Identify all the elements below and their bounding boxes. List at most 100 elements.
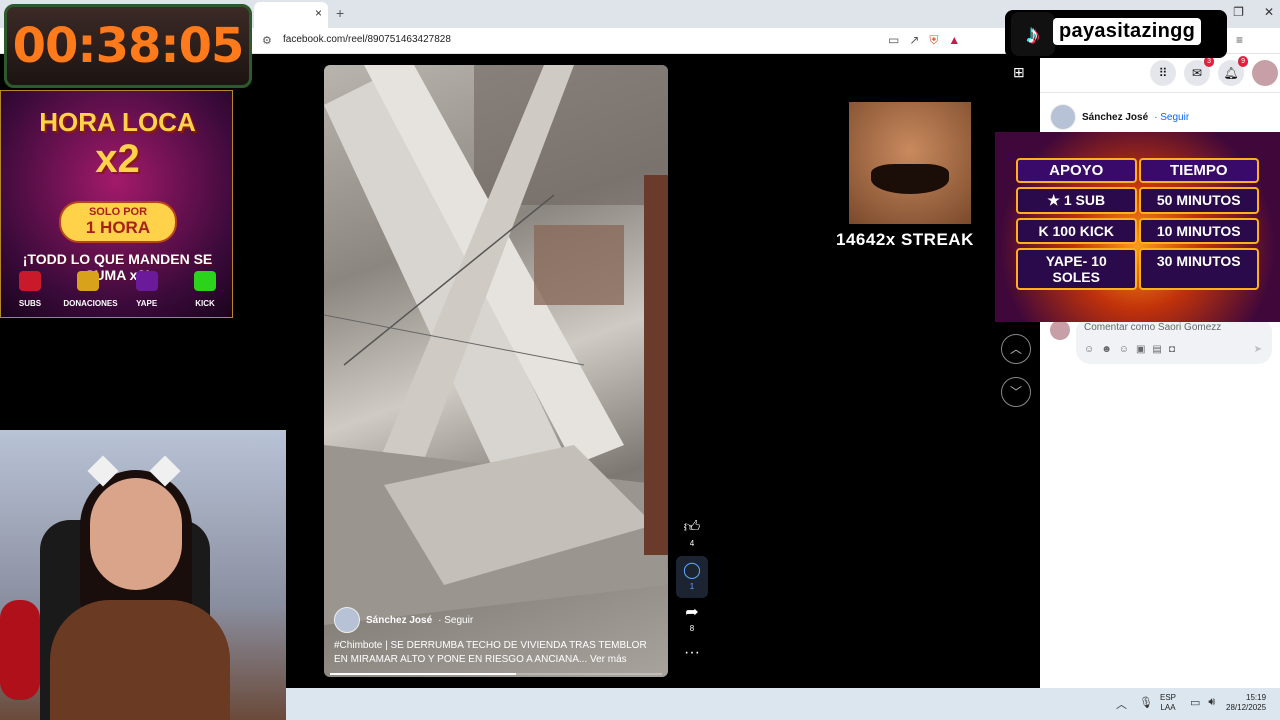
comment-button[interactable]: ◯ 1 <box>676 556 708 598</box>
toolbar-icons: ▭ ↗ ⛨ ▲ <box>888 33 960 48</box>
support-table-overlay: APOYO TIEMPO ★ 1 SUB 50 MINUTOS K 100 KI… <box>995 132 1280 322</box>
brave-shield-icon[interactable]: ⛨ <box>929 33 938 48</box>
gif-icon[interactable]: ▤ <box>1152 344 1161 355</box>
reel-caption[interactable]: #Chimbote | SE DERRUMBA TECHO DE VIVIEND… <box>334 639 654 667</box>
hora-loca-banner: HORA LOCA x2 SOLO POR 1 HORA ¡TODD LO QU… <box>0 90 233 318</box>
webcam-body <box>50 600 230 720</box>
comment-input[interactable]: Comentar como Saori Gomezz ☺ ☻ ☺ ▣ ▤ ◘ ➤ <box>1076 318 1272 364</box>
bell-icon: 🔔︎ <box>1223 66 1239 80</box>
tab-close-icon[interactable]: × <box>315 6 322 20</box>
notifications-badge: 9 <box>1238 56 1248 67</box>
mic-icon[interactable]: 🎙︎ <box>1139 696 1153 712</box>
streamer-webcam <box>0 430 286 720</box>
like-count: 4 <box>689 539 695 548</box>
new-tab-button[interactable]: + <box>336 5 344 21</box>
support-row: YAPE- 10 SOLES 30 MINUTOS <box>1015 248 1260 290</box>
author-avatar[interactable] <box>334 607 360 633</box>
chevron-up-icon: ︿ <box>1009 342 1022 356</box>
rewards-icon[interactable]: ▲ <box>948 33 960 48</box>
network-icon[interactable]: ▭ <box>1190 696 1200 709</box>
site-settings-icon[interactable]: ⚙ <box>262 34 272 47</box>
system-tray: ︿ 🎙︎ <box>1116 696 1153 712</box>
taskbar-clock[interactable]: 15:19 28/12/2025 <box>1226 693 1266 713</box>
post-author-avatar[interactable] <box>1050 104 1076 130</box>
tiktok-icon: ♪ <box>1011 12 1055 56</box>
stream-timer: 00:38:05 <box>4 4 252 88</box>
author-name[interactable]: Sánchez José <box>366 615 432 626</box>
support-cell: K 100 KICK <box>1016 218 1137 244</box>
fb-divider <box>1040 92 1280 93</box>
promo-item-donaciones: DONACIONES <box>63 271 118 311</box>
meme-mouth <box>871 164 949 194</box>
share-button[interactable]: ➦ 8 <box>676 598 708 640</box>
taskbar: ︿ 🎙︎ ESP LAA ▭ 🔊︎ 15:19 28/12/2025 <box>286 688 1280 720</box>
menu-grid-button[interactable]: ⠿ <box>1150 60 1176 86</box>
tray-expand-icon[interactable]: ︿ <box>1116 696 1127 712</box>
follow-button[interactable]: · Seguir <box>438 615 473 626</box>
comment-count: 1 <box>689 582 695 591</box>
gift-icon <box>19 271 41 291</box>
clock-date: 28/12/2025 <box>1226 703 1267 712</box>
support-cell: YAPE- 10 SOLES <box>1016 248 1137 290</box>
promo-pill-line1: SOLO POR <box>88 206 148 218</box>
maximize-button[interactable]: ❐ <box>1233 5 1244 19</box>
reel-actions: 👍︎ 4 ◯ 1 ➦ 8 ··· <box>676 514 708 682</box>
lang-layout: LAA <box>1160 703 1176 712</box>
clock-time: 15:19 <box>1246 693 1267 702</box>
thumbs-up-icon: 👍︎ <box>683 519 701 536</box>
comment-placeholder: Comentar como Saori Gomezz <box>1084 322 1222 333</box>
post-follow-button[interactable]: · Seguir <box>1154 112 1189 123</box>
yape-icon <box>135 271 158 291</box>
volume-icon[interactable]: 🔊︎ <box>1208 696 1215 709</box>
messenger-icon: ✉ <box>1191 66 1203 80</box>
comment-tools: ☺ ☻ ☺ ▣ ▤ ◘ <box>1084 344 1175 355</box>
more-icon: ··· <box>684 644 700 661</box>
support-cell: 50 MINUTOS <box>1138 187 1259 214</box>
webcam-face <box>90 478 182 590</box>
kick-icon <box>193 271 216 291</box>
support-row: K 100 KICK 10 MINUTOS <box>1015 218 1260 244</box>
support-table: APOYO TIEMPO ★ 1 SUB 50 MINUTOS K 100 KI… <box>1015 158 1260 290</box>
promo-items: SUBS DONACIONES YAPE KICK <box>5 271 230 311</box>
share-count: 8 <box>689 624 695 633</box>
profile-avatar[interactable] <box>1252 60 1278 86</box>
video-progress[interactable] <box>330 673 662 675</box>
close-window-button[interactable]: ✕ <box>1264 5 1274 19</box>
comment-icon: ◯ <box>683 562 701 579</box>
avatar-sticker-icon[interactable]: ☺ <box>1084 344 1094 355</box>
next-reel-button[interactable]: ﹀ <box>1001 377 1031 407</box>
browser-tab[interactable]: × <box>254 2 328 28</box>
share-arrow-icon: ➦ <box>685 604 699 621</box>
address-bar[interactable]: facebook.com/reel/890751463427828 <box>283 34 451 45</box>
more-options-button[interactable]: ··· <box>676 640 708 682</box>
sticker-icon[interactable]: ◘ <box>1169 344 1175 355</box>
promo-multiplier: x2 <box>95 137 140 181</box>
smiley-icon[interactable]: ☺ <box>1119 344 1129 355</box>
chevron-down-icon: ﹀ <box>1009 385 1022 399</box>
notifications-button[interactable]: 🔔︎ 9 <box>1218 56 1248 86</box>
promo-item-kick: KICK <box>180 271 230 311</box>
support-cell: 30 MINUTOS <box>1138 248 1259 290</box>
messenger-button[interactable]: ✉ 3 <box>1184 56 1214 86</box>
sidebar-toggle-icon[interactable]: ⊞ <box>1013 64 1025 81</box>
tray-status-icons: ▭ 🔊︎ <box>1190 696 1215 709</box>
previous-reel-button[interactable]: ︿ <box>1001 334 1031 364</box>
tiktok-username: payasitazingg <box>1053 18 1202 45</box>
cast-icon[interactable]: ▭ <box>888 33 899 48</box>
emoji-icon[interactable]: ☻ <box>1101 344 1112 355</box>
post-author[interactable]: Sánchez José · Seguir <box>1050 104 1189 130</box>
promo-item-subs: SUBS <box>5 271 55 311</box>
reel-author[interactable]: Sánchez José · Seguir <box>334 607 473 633</box>
support-table-header: APOYO TIEMPO <box>1015 158 1260 183</box>
reel-video[interactable]: Sánchez José · Seguir #Chimbote | SE DER… <box>324 65 668 677</box>
share-icon[interactable]: ↗ <box>909 33 919 48</box>
header-tiempo: TIEMPO <box>1138 158 1259 183</box>
camera-icon[interactable]: ▣ <box>1136 344 1145 355</box>
menu-icon[interactable]: ≡ <box>1236 33 1243 48</box>
header-apoyo: APOYO <box>1016 158 1137 183</box>
like-button[interactable]: 👍︎ 4 <box>676 514 708 556</box>
send-icon[interactable]: ➤ <box>1254 344 1262 355</box>
post-author-name[interactable]: Sánchez José <box>1082 112 1148 123</box>
video-progress-fill <box>330 673 516 675</box>
language-indicator[interactable]: ESP LAA <box>1160 693 1176 713</box>
